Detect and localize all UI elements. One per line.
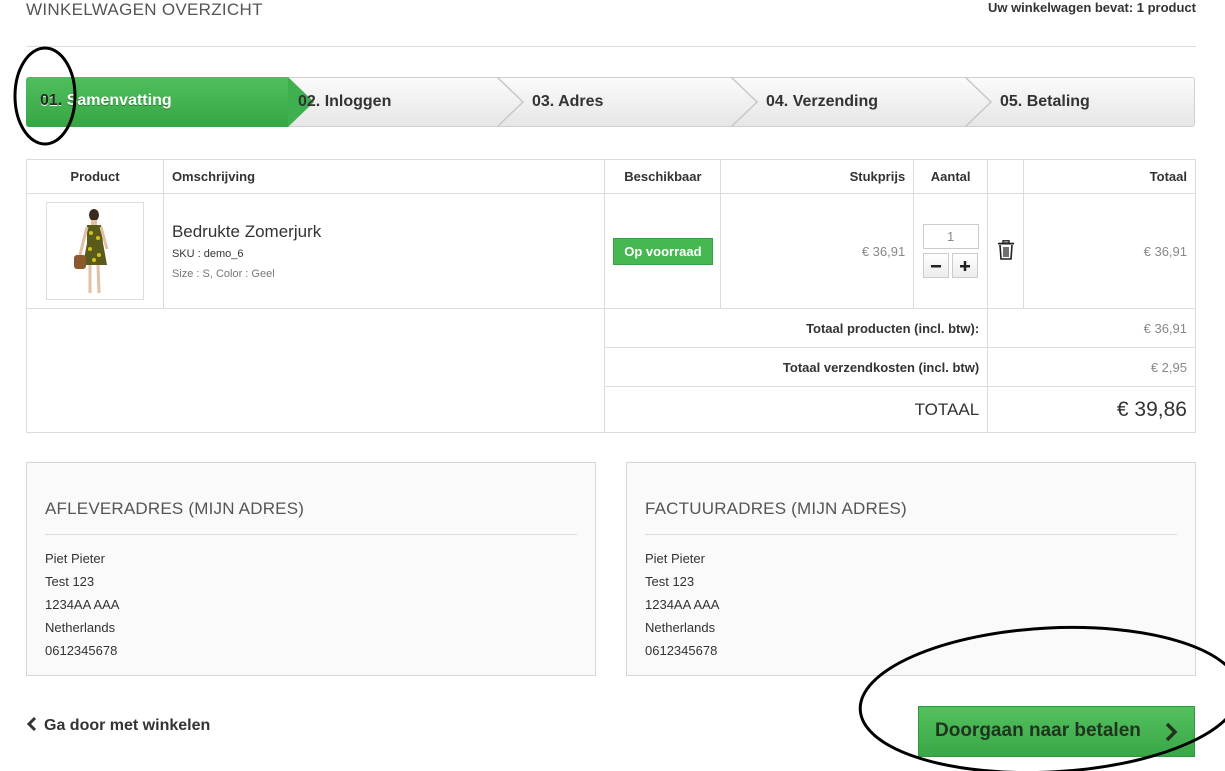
col-header-quantity: Aantal (913, 159, 989, 194)
proceed-to-payment-button[interactable]: Doorgaan naar betalen (918, 706, 1195, 757)
chevron-left-icon (26, 716, 37, 732)
step-separator-chevron (965, 77, 993, 127)
address-line: Piet Pieter (645, 551, 705, 566)
continue-shopping-label: Ga door met winkelen (44, 717, 211, 734)
unit-price: € 36,91 (861, 243, 906, 259)
step-2-label: Inloggen (320, 93, 392, 110)
proceed-to-payment-label: Doorgaan naar betalen (935, 720, 1141, 741)
delivery-address-lines: Piet Pieter Test 123 1234AA AAA Netherla… (45, 551, 119, 666)
address-line: 1234AA AAA (645, 597, 720, 612)
step-2-login[interactable]: 02. Inloggen (298, 78, 391, 126)
delivery-address-title: AFLEVERADRES (MIJN ADRES) (45, 499, 305, 518)
step-4-shipping[interactable]: 04. Verzending (766, 78, 878, 126)
product-attributes: Size : S, Color : Geel (171, 268, 275, 280)
step-separator-chevron (497, 77, 525, 127)
step-3-address[interactable]: 03. Adres (532, 78, 603, 126)
col-header-description: Omschrijving (162, 159, 606, 194)
quantity-decrease-button[interactable] (922, 253, 949, 278)
col-header-unit-price: Stukprijs (720, 159, 915, 194)
chevron-right-icon (1165, 722, 1178, 742)
step-5-number: 05. (1000, 93, 1023, 110)
step-4-label: Verzending (788, 93, 879, 110)
availability-badge: Op voorraad (613, 237, 713, 265)
quantity-increase-button[interactable] (952, 253, 979, 278)
step-1-summary[interactable]: 01. Samenvatting (26, 77, 288, 127)
summary-row-products: Totaal producten (incl. btw): € 36,91 (25, 308, 1196, 433)
cart-header-row: Product Omschrijving Beschikbaar Stukpri… (26, 159, 1196, 194)
address-line: Netherlands (45, 620, 116, 635)
step-3-label: Adres (554, 93, 604, 110)
address-line: 0612345678 (645, 643, 718, 658)
step-1-number: 01. (40, 92, 63, 109)
address-line: Piet Pieter (45, 551, 105, 566)
shipping-total-value: € 2,95 (987, 347, 1196, 387)
step-2-number: 02. (298, 93, 321, 110)
plus-icon (960, 261, 971, 271)
delivery-address-divider (45, 534, 577, 535)
dress-photo (73, 209, 109, 294)
product-image[interactable] (45, 202, 144, 300)
header-divider (26, 46, 1196, 47)
col-header-availability: Beschikbaar (604, 159, 722, 194)
step-5-label: Betaling (1022, 93, 1090, 110)
invoice-address-title: FACTUURADRES (MIJN ADRES) (645, 499, 907, 518)
invoice-address-divider (645, 534, 1177, 535)
shipping-total-label: Totaal verzendkosten (incl. btw) (604, 347, 989, 387)
continue-shopping-link[interactable]: Ga door met winkelen (26, 716, 210, 736)
minus-icon (930, 265, 941, 268)
step-separator-chevron (731, 77, 759, 127)
address-line: Netherlands (645, 620, 716, 635)
address-line: Test 123 (645, 574, 695, 589)
cart-summary: Uw winkelwagen bevat: 1 product (987, 0, 1196, 15)
address-line: Test 123 (45, 574, 95, 589)
product-name-link[interactable]: Bedrukte Zomerjurk (172, 222, 596, 242)
products-total-label: Totaal producten (incl. btw): (604, 308, 989, 348)
col-header-delete (987, 159, 1025, 194)
col-header-total: Totaal (1023, 159, 1196, 194)
step-4-number: 04. (766, 93, 789, 110)
line-total: € 36,91 (1143, 243, 1187, 259)
invoice-address-box: FACTUURADRES (MIJN ADRES) Piet Pieter Te… (626, 462, 1196, 676)
grand-total-label: TOTAAL (604, 386, 989, 433)
cart-table: Product Omschrijving Beschikbaar Stukpri… (25, 159, 1196, 433)
col-header-product: Product (26, 159, 164, 194)
delivery-address-box: AFLEVERADRES (MIJN ADRES) Piet Pieter Te… (26, 462, 596, 676)
grand-total-value: € 39,86 (987, 386, 1196, 433)
step-5-payment[interactable]: 05. Betaling (1000, 78, 1090, 126)
checkout-steps: 01. Samenvatting 02. Inloggen 03. Adres … (26, 77, 1195, 127)
address-line: 0612345678 (45, 643, 118, 658)
table-row: Bedrukte Zomerjurk SKU : demo_6 Size : S… (26, 193, 1196, 309)
trash-icon[interactable] (997, 239, 1015, 260)
page-title: WINKELWAGEN OVERZICHT (26, 0, 263, 19)
step-3-number: 03. (532, 93, 555, 110)
product-sku: SKU : demo_6 (171, 248, 244, 260)
step-1-label: Samenvatting (62, 92, 172, 109)
invoice-address-lines: Piet Pieter Test 123 1234AA AAA Netherla… (645, 551, 719, 666)
products-total-value: € 36,91 (987, 308, 1196, 348)
quantity-input[interactable] (922, 224, 979, 249)
address-line: 1234AA AAA (45, 597, 120, 612)
